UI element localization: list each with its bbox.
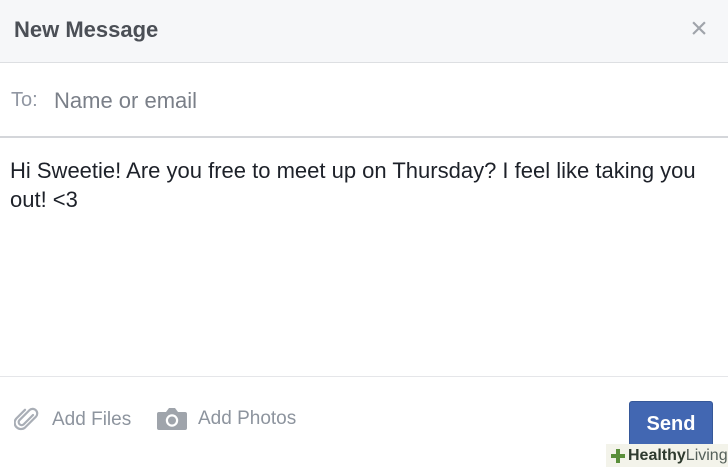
send-button[interactable]: Send [629,401,713,447]
add-files-label: Add Files [52,409,132,430]
composer-header: New Message × [0,0,728,63]
watermark-brand-bold: Healthy [628,446,686,464]
message-text[interactable]: Hi Sweetie! Are you free to meet up on T… [10,156,710,214]
recipient-row: To: [0,64,728,138]
recipient-input[interactable] [52,84,696,118]
composer-title: New Message [14,17,159,42]
message-body-area[interactable]: Hi Sweetie! Are you free to meet up on T… [0,140,728,377]
to-label: To: [11,89,38,111]
cross-logo-icon [611,448,625,463]
paperclip-icon [14,407,39,431]
add-files-button[interactable]: Add Files [14,406,131,434]
close-icon[interactable]: × [688,14,710,44]
add-photos-label: Add Photos [198,408,297,429]
healthy-living-watermark: Healthy Living [606,444,728,467]
camera-icon [157,408,187,430]
add-photos-button[interactable]: Add Photos [156,406,296,432]
watermark-brand-light: Living [685,446,728,464]
